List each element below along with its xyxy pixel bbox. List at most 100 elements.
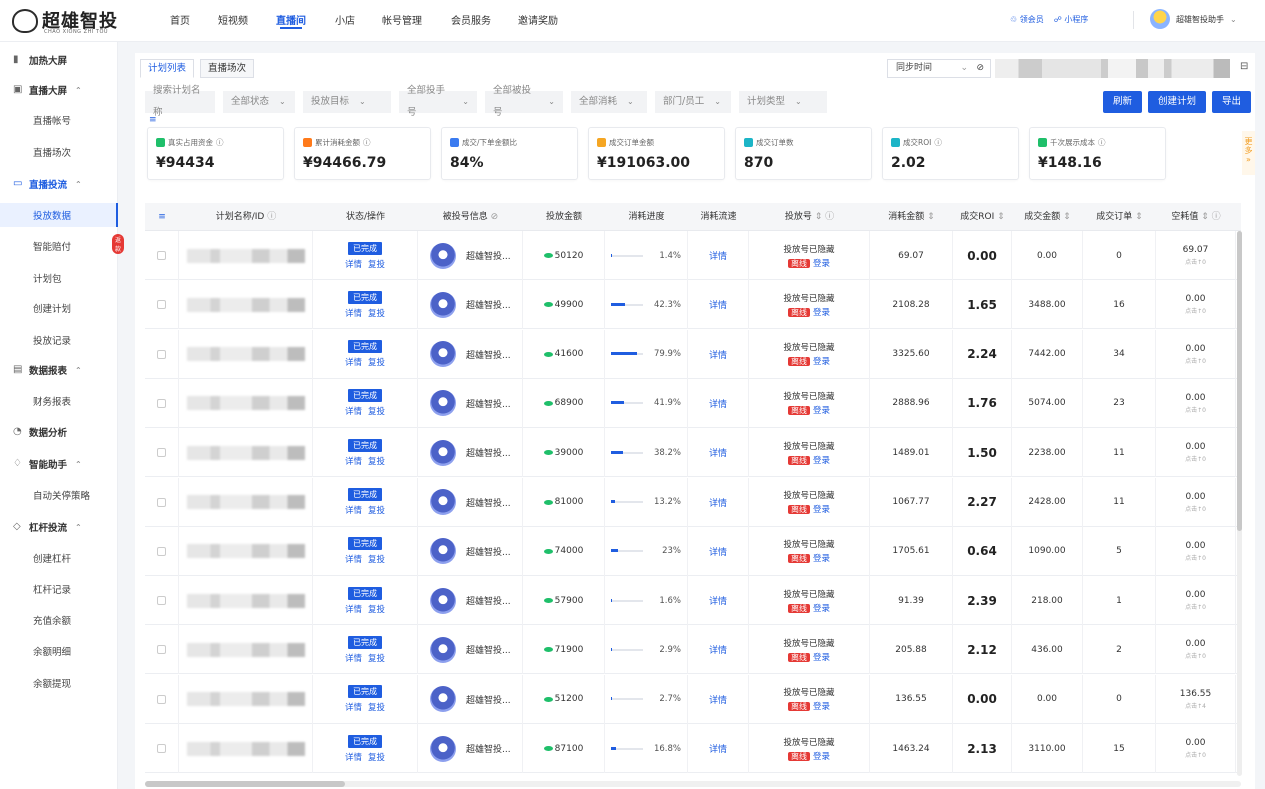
help-icon[interactable]: ⓘ bbox=[1098, 137, 1106, 148]
sidebar-item-5[interactable]: 投放数据 bbox=[0, 203, 118, 227]
scroll-thumb[interactable] bbox=[145, 781, 345, 787]
repeat-link[interactable]: 复投 bbox=[368, 751, 385, 763]
vip-link[interactable]: ♲ 领会员 bbox=[1010, 14, 1044, 25]
speed-detail-link[interactable]: 详情 bbox=[709, 693, 727, 706]
filter-select-6[interactable]: 部门/员工 ⌄ bbox=[655, 91, 731, 113]
column-header-2[interactable]: 被投号信息 ⊘ bbox=[418, 203, 523, 231]
sidebar-item-13[interactable]: ♢ 智能助手 ⌃ bbox=[0, 452, 118, 476]
speed-detail-link[interactable]: 详情 bbox=[709, 397, 727, 410]
help-icon[interactable]: ⓘ bbox=[216, 137, 224, 148]
filter-select-3[interactable]: 全部投手号 ⌄ bbox=[399, 85, 477, 118]
repeat-link[interactable]: 复投 bbox=[368, 258, 385, 270]
sidebar-item-3[interactable]: 直播场次 bbox=[0, 140, 118, 164]
repeat-link[interactable]: 复投 bbox=[368, 553, 385, 565]
filter-select-4[interactable]: 全部被投号 ⌄ bbox=[485, 85, 563, 118]
detail-link[interactable]: 详情 bbox=[345, 603, 362, 615]
tab-plan-list[interactable]: 计划列表 bbox=[140, 59, 195, 78]
login-link[interactable]: 登录 bbox=[813, 653, 830, 663]
expand-icon[interactable]: ⊟ bbox=[1240, 61, 1248, 72]
detail-link[interactable]: 详情 bbox=[345, 405, 362, 417]
tab-live-sessions[interactable]: 直播场次 bbox=[200, 59, 255, 78]
sidebar-item-14[interactable]: 自动关停策略 bbox=[0, 483, 118, 507]
speed-detail-link[interactable]: 详情 bbox=[709, 496, 727, 509]
column-header-8[interactable]: 成交ROI ⇕ bbox=[953, 203, 1012, 231]
more-stats-button[interactable]: 更多» bbox=[1242, 131, 1255, 175]
sidebar-item-10[interactable]: ▤ 数据报表 ⌃ bbox=[0, 358, 118, 382]
sidebar-item-12[interactable]: ◔ 数据分析 bbox=[0, 420, 118, 444]
filter-list-icon[interactable]: ≡ bbox=[149, 115, 157, 125]
sidebar-item-2[interactable]: 直播帐号 bbox=[0, 108, 118, 132]
detail-link[interactable]: 详情 bbox=[345, 307, 362, 319]
speed-detail-link[interactable]: 详情 bbox=[709, 742, 727, 755]
sidebar-item-7[interactable]: 计划包 bbox=[0, 266, 118, 290]
repeat-link[interactable]: 复投 bbox=[368, 405, 385, 417]
sidebar-item-1[interactable]: ▣ 直播大屏 ⌃ bbox=[0, 78, 118, 102]
sort-icon[interactable]: ⇕ bbox=[994, 212, 1005, 222]
nav-item-0[interactable]: 首页 bbox=[170, 12, 190, 42]
sidebar-item-4[interactable]: ▭ 直播投流 ⌃ bbox=[0, 172, 118, 196]
login-link[interactable]: 登录 bbox=[813, 456, 830, 466]
row-checkbox[interactable] bbox=[157, 251, 166, 260]
repeat-link[interactable]: 复投 bbox=[368, 603, 385, 615]
nav-item-5[interactable]: 会员服务 bbox=[451, 12, 491, 42]
sort-icon[interactable]: ⇕ ⓘ bbox=[1198, 212, 1220, 222]
column-header-10[interactable]: 成交订单 ⇕ bbox=[1083, 203, 1156, 231]
mini-program-link[interactable]: ☍ 小程序 bbox=[1054, 14, 1089, 25]
row-checkbox[interactable] bbox=[157, 694, 166, 704]
repeat-link[interactable]: 复投 bbox=[368, 701, 385, 713]
detail-link[interactable]: 详情 bbox=[345, 356, 362, 368]
horizontal-scrollbar[interactable] bbox=[145, 781, 1241, 787]
sync-time-select[interactable]: 同步时间 ⌄ ⊘ bbox=[887, 59, 991, 78]
row-checkbox[interactable] bbox=[157, 645, 166, 655]
date-range-picker[interactable] bbox=[995, 59, 1230, 78]
login-link[interactable]: 登录 bbox=[813, 554, 830, 564]
sort-icon[interactable]: ⓘ bbox=[264, 212, 276, 222]
create-plan-button[interactable]: 创建计划 bbox=[1147, 91, 1206, 113]
sidebar-item-8[interactable]: 创建计划 bbox=[0, 296, 118, 320]
sidebar-item-15[interactable]: ◇ 杠杆投流 ⌃ bbox=[0, 515, 118, 539]
row-checkbox[interactable] bbox=[157, 448, 166, 458]
sidebar-item-19[interactable]: 余额明细 bbox=[0, 639, 118, 663]
filter-select-5[interactable]: 全部消耗 ⌄ bbox=[571, 91, 647, 113]
speed-detail-link[interactable]: 详情 bbox=[709, 545, 727, 558]
speed-detail-link[interactable]: 详情 bbox=[709, 446, 727, 459]
row-checkbox[interactable] bbox=[157, 349, 166, 359]
login-link[interactable]: 登录 bbox=[813, 406, 830, 416]
detail-link[interactable]: 详情 bbox=[345, 652, 362, 664]
repeat-link[interactable]: 复投 bbox=[368, 504, 385, 516]
column-header-9[interactable]: 成交金额 ⇕ bbox=[1012, 203, 1083, 231]
sort-icon[interactable]: ⇕ bbox=[1060, 212, 1071, 222]
sidebar-item-20[interactable]: 余额提现 bbox=[0, 671, 118, 695]
detail-link[interactable]: 详情 bbox=[345, 751, 362, 763]
detail-link[interactable]: 详情 bbox=[345, 455, 362, 467]
column-header-5[interactable]: 消耗流速 bbox=[688, 203, 749, 231]
logo[interactable]: 超雄智投 CHAO XIONG ZHI TOU bbox=[12, 6, 122, 36]
filter-select-1[interactable]: 全部状态 ⌄ bbox=[223, 91, 295, 113]
nav-item-3[interactable]: 小店 bbox=[335, 12, 355, 42]
login-link[interactable]: 登录 bbox=[813, 604, 830, 614]
repeat-link[interactable]: 复投 bbox=[368, 652, 385, 664]
sidebar-item-16[interactable]: 创建杠杆 bbox=[0, 546, 118, 570]
sort-icon[interactable]: ⇕ bbox=[1132, 212, 1143, 222]
help-icon[interactable]: ⓘ bbox=[363, 137, 371, 148]
select-all-icon[interactable]: ≡ bbox=[145, 203, 179, 231]
speed-detail-link[interactable]: 详情 bbox=[709, 298, 727, 311]
row-checkbox[interactable] bbox=[157, 497, 166, 507]
repeat-link[interactable]: 复投 bbox=[368, 356, 385, 368]
detail-link[interactable]: 详情 bbox=[345, 701, 362, 713]
speed-detail-link[interactable]: 详情 bbox=[709, 594, 727, 607]
nav-item-2[interactable]: 直播间 bbox=[276, 12, 306, 42]
scroll-thumb[interactable] bbox=[1237, 231, 1242, 531]
login-link[interactable]: 登录 bbox=[813, 259, 830, 269]
filter-select-7[interactable]: 计划类型 ⌄ bbox=[739, 91, 827, 113]
help-icon[interactable]: ⊘ bbox=[976, 60, 984, 77]
sidebar-item-18[interactable]: 充值余额 bbox=[0, 608, 118, 632]
sidebar-item-6[interactable]: 智能赔付 返款 bbox=[0, 234, 125, 258]
login-link[interactable]: 登录 bbox=[813, 308, 830, 318]
sort-icon[interactable]: ⇕ bbox=[924, 212, 935, 222]
column-header-0[interactable]: 计划名称/ID ⓘ bbox=[179, 203, 313, 231]
sidebar-item-9[interactable]: 投放记录 bbox=[0, 328, 118, 352]
column-header-11[interactable]: 空耗值 ⇕ ⓘ bbox=[1156, 203, 1236, 231]
speed-detail-link[interactable]: 详情 bbox=[709, 249, 727, 262]
sidebar-item-11[interactable]: 财务报表 bbox=[0, 389, 118, 413]
